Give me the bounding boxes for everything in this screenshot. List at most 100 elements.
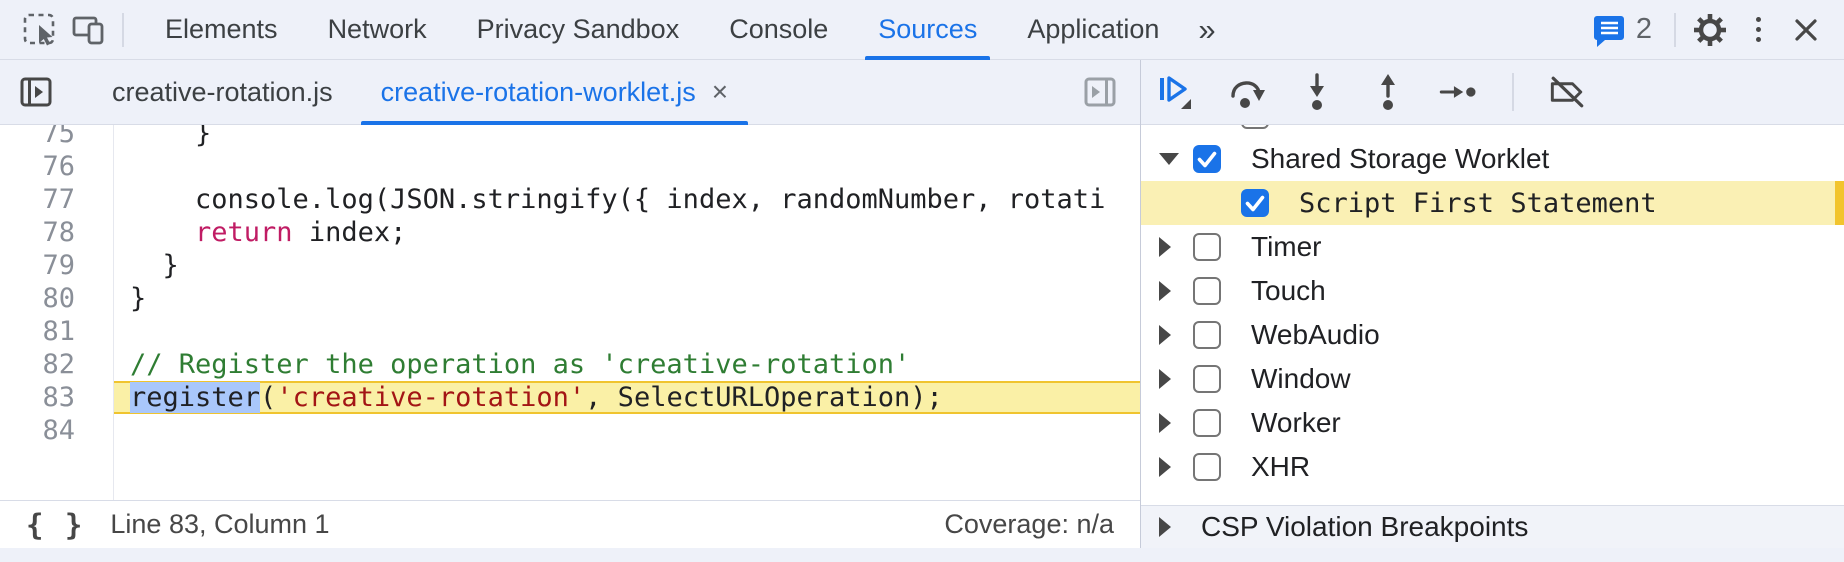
breakpoint-checkbox[interactable] — [1241, 189, 1269, 217]
breakpoint-item-script-first-statement[interactable]: Script First Statement — [1141, 181, 1844, 225]
settings-button[interactable] — [1686, 4, 1734, 56]
line-number[interactable]: 83 — [0, 381, 113, 414]
tab-privacy-sandbox[interactable]: Privacy Sandbox — [452, 0, 705, 60]
code-token: register — [130, 382, 260, 413]
chevron-right-icon[interactable] — [1159, 457, 1193, 477]
code-text[interactable] — [113, 414, 1140, 447]
code-line-75: 75 } — [0, 125, 1140, 150]
line-number[interactable]: 79 — [0, 249, 113, 282]
device-toolbar-button[interactable] — [64, 4, 112, 56]
resume-script-button[interactable] — [1153, 66, 1197, 118]
breakpoint-checkbox[interactable] — [1193, 321, 1221, 349]
breakpoint-item-touch[interactable]: Touch — [1141, 269, 1844, 313]
breakpoint-item-shared-storage-worklet[interactable]: Shared Storage Worklet — [1141, 137, 1844, 181]
line-number[interactable]: 82 — [0, 348, 113, 381]
code-token: ( — [260, 382, 276, 413]
line-number[interactable]: 76 — [0, 150, 113, 183]
close-icon — [1789, 13, 1823, 47]
file-tab-toolbar: creative-rotation.js creative-rotation-wo… — [0, 60, 1140, 125]
breakpoint-row-content: Shared Storage Worklet — [1141, 137, 1844, 181]
tab-label: Network — [328, 14, 427, 45]
messages-button[interactable]: 2 — [1579, 4, 1664, 56]
bottom-strip — [0, 548, 1844, 562]
step-into-icon — [1295, 70, 1339, 114]
breakpoint-item-webaudio[interactable]: WebAudio — [1141, 313, 1844, 357]
breakpoint-label: XHR — [1251, 451, 1310, 483]
tab-console[interactable]: Console — [704, 0, 853, 60]
code-line-78: 78 return index; — [0, 216, 1140, 249]
chevron-down-icon[interactable] — [1159, 153, 1193, 165]
file-tab-creative-rotation-worklet-js[interactable]: creative-rotation-worklet.js × — [357, 60, 752, 125]
breakpoint-checkbox[interactable] — [1193, 145, 1221, 173]
code-text[interactable]: } — [113, 282, 1140, 315]
tab-sources[interactable]: Sources — [853, 0, 1002, 60]
breakpoint-checkbox[interactable] — [1193, 365, 1221, 393]
show-navigator-button[interactable] — [12, 66, 60, 118]
more-tabs-button[interactable]: » — [1184, 0, 1229, 60]
close-devtools-button[interactable] — [1782, 4, 1830, 56]
breakpoint-item-timer[interactable]: Timer — [1141, 225, 1844, 269]
show-debugger-sidebar-button[interactable] — [1076, 66, 1124, 118]
line-number[interactable]: 81 — [0, 315, 113, 348]
inspect-element-button[interactable] — [16, 4, 64, 56]
step-button[interactable] — [1437, 66, 1481, 118]
code-text[interactable]: } — [113, 249, 1140, 282]
code-token: console.log(JSON.stringify({ index, rand… — [130, 184, 1105, 215]
step-out-button[interactable] — [1366, 66, 1410, 118]
line-number[interactable]: 78 — [0, 216, 113, 249]
breakpoint-item-xhr[interactable]: XHR — [1141, 445, 1844, 489]
line-number[interactable]: 80 — [0, 282, 113, 315]
code-token: , SelectURLOperation); — [585, 382, 943, 413]
line-number[interactable]: 77 — [0, 183, 113, 216]
menu-kebab-button[interactable] — [1734, 4, 1782, 56]
step-over-button[interactable] — [1224, 66, 1268, 118]
pretty-print-button[interactable]: { } — [26, 508, 84, 542]
code-text[interactable]: register('creative-rotation', SelectURLO… — [113, 381, 1140, 414]
kebab-dot — [1756, 37, 1761, 42]
step-into-button[interactable] — [1295, 66, 1339, 118]
devtools-window: Elements Network Privacy SandboxConsoleSou… — [0, 0, 1844, 562]
chevron-right-icon[interactable] — [1159, 325, 1193, 345]
breakpoint-item-worker[interactable]: Worker — [1141, 401, 1844, 445]
file-tab-creative-rotation-js[interactable]: creative-rotation.js — [88, 60, 357, 125]
csp-violation-breakpoints-section[interactable]: CSP Violation Breakpoints — [1141, 505, 1844, 548]
code-text[interactable]: return index; — [113, 216, 1140, 249]
breakpoint-checkbox[interactable] — [1193, 409, 1221, 437]
breakpoint-checkbox[interactable] — [1193, 233, 1221, 261]
code-token: index; — [293, 217, 407, 248]
code-line-83: 83register('creative-rotation', SelectUR… — [0, 381, 1140, 414]
line-number[interactable]: 84 — [0, 414, 113, 447]
code-text[interactable]: console.log(JSON.stringify({ index, rand… — [113, 183, 1140, 216]
deactivate-breakpoints-button[interactable] — [1545, 66, 1589, 118]
file-tab-label: creative-rotation.js — [112, 77, 333, 108]
file-tabs: creative-rotation.js creative-rotation-wo… — [88, 60, 752, 125]
tab-network[interactable]: Network — [303, 0, 452, 60]
line-number[interactable]: 75 — [0, 125, 113, 150]
chevron-right-icon[interactable] — [1159, 369, 1193, 389]
event-listener-breakpoints-list: Shared Storage WorkletScript First State… — [1141, 125, 1844, 505]
file-tab-label: creative-rotation-worklet.js — [381, 77, 696, 108]
code-text[interactable] — [113, 315, 1140, 348]
close-file-tab-icon[interactable]: × — [712, 78, 728, 106]
debugger-toolbar — [1141, 60, 1844, 125]
code-editor[interactable]: 75 }7677 console.log(JSON.stringify({ in… — [0, 125, 1140, 500]
breakpoint-row-content — [1141, 125, 1844, 137]
code-text[interactable]: // Register the operation as 'creative-r… — [113, 348, 1140, 381]
chevron-right-icon[interactable] — [1159, 237, 1193, 257]
code-token: } — [130, 250, 179, 281]
tab-label: Elements — [165, 14, 278, 45]
code-text[interactable]: } — [113, 125, 1140, 150]
breakpoint-checkbox[interactable] — [1193, 277, 1221, 305]
tab-elements[interactable]: Elements — [140, 0, 303, 60]
breakpoint-checkbox[interactable] — [1241, 125, 1269, 129]
cursor-position-label: Line 83, Column 1 — [110, 509, 329, 540]
chevron-right-icon[interactable] — [1159, 281, 1193, 301]
chevron-right-icon[interactable] — [1159, 413, 1193, 433]
breakpoint-item-window[interactable]: Window — [1141, 357, 1844, 401]
breakpoint-checkbox[interactable] — [1193, 453, 1221, 481]
code-text[interactable] — [113, 150, 1140, 183]
chevron-right-icon[interactable] — [1159, 517, 1193, 537]
gutter-divider — [113, 125, 114, 500]
tab-application[interactable]: Application — [1002, 0, 1184, 60]
breakpoint-row-content: Touch — [1141, 269, 1844, 313]
